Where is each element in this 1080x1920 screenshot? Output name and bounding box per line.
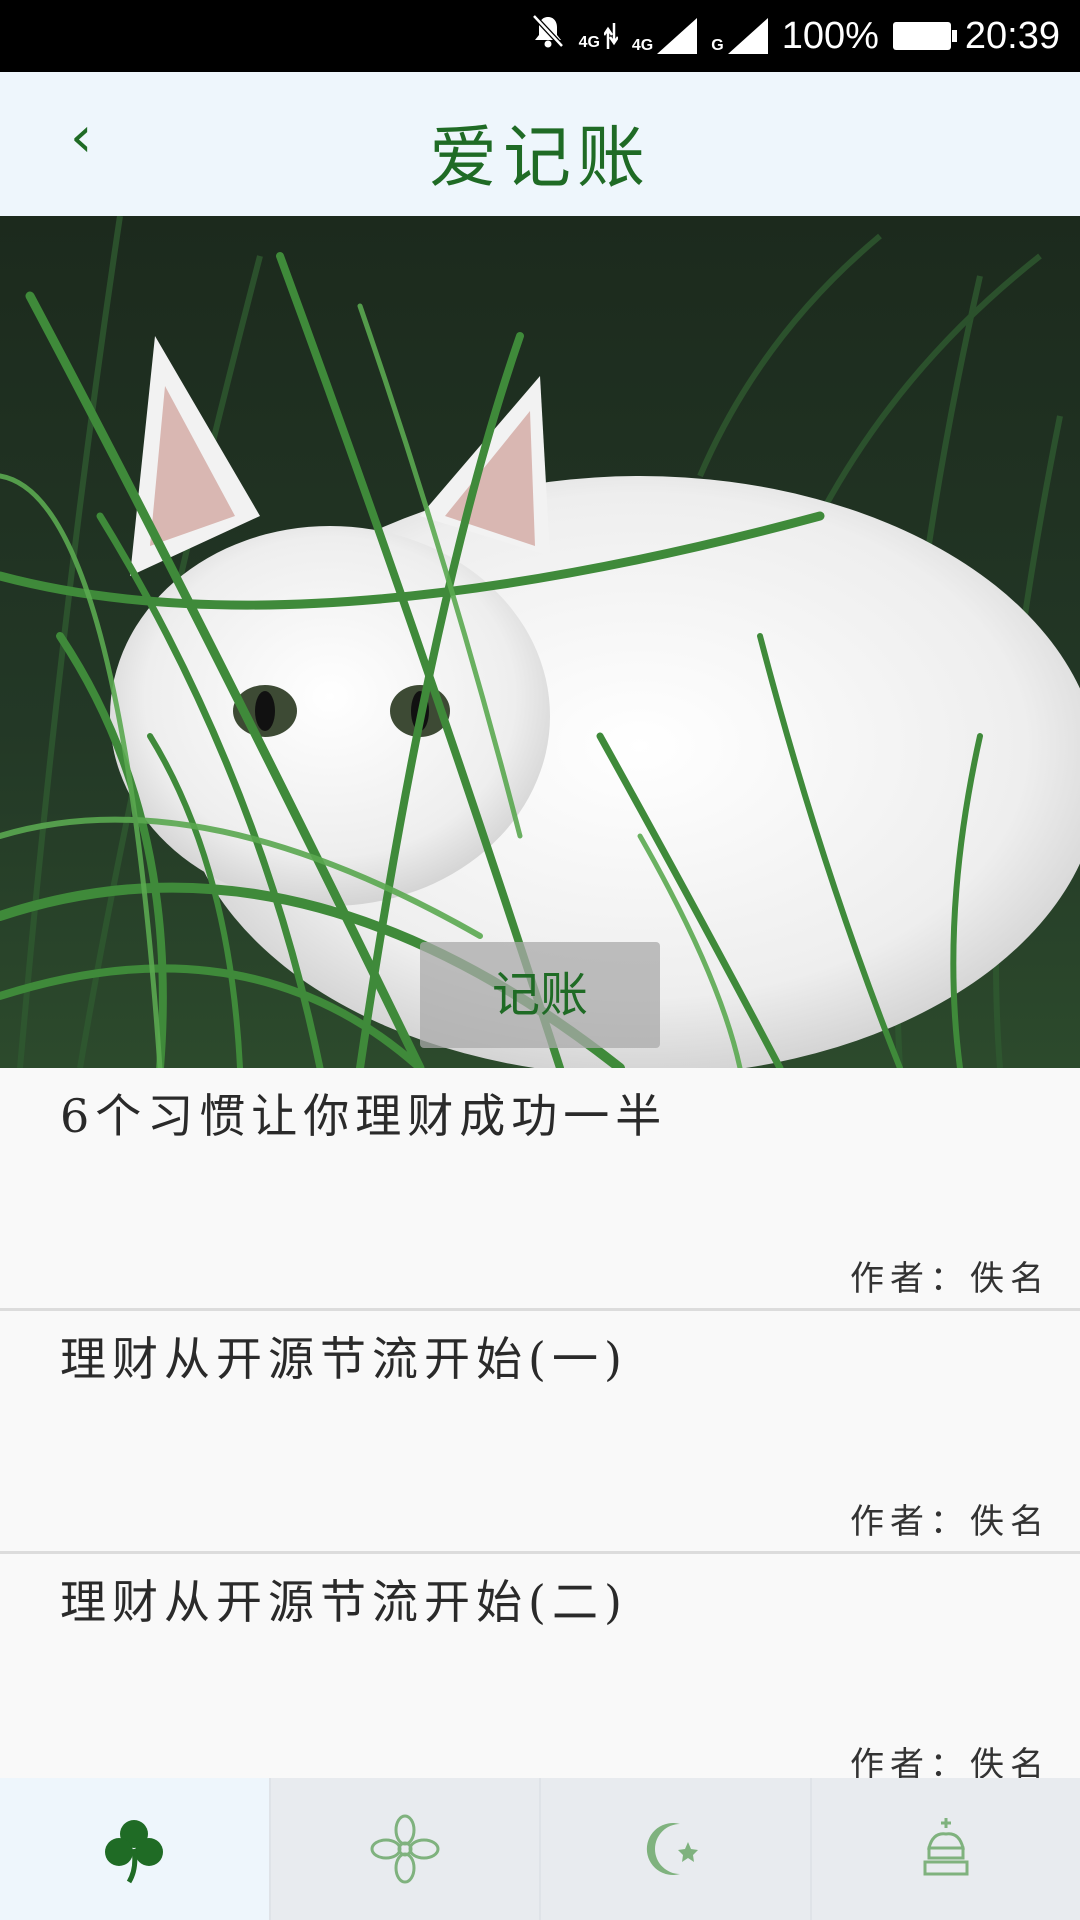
- status-icons: 4G 4G G 100% 20:39: [531, 0, 1060, 72]
- clover-icon: [105, 1820, 164, 1884]
- cat-in-grass-image: [0, 216, 1080, 1068]
- hero-image: 记账: [0, 216, 1080, 1068]
- signal-g-icon: G: [711, 18, 768, 54]
- record-button[interactable]: 记账: [420, 942, 660, 1048]
- status-bar: 4G 4G G 100% 20:39: [0, 0, 1080, 72]
- battery-icon: [892, 22, 957, 50]
- article-item[interactable]: 理财从开源节流开始(一) 作者：佚名: [0, 1311, 1080, 1554]
- tab-profile[interactable]: [812, 1778, 1080, 1920]
- signal-label: 4G: [578, 34, 600, 51]
- article-list: 6个习惯让你理财成功一半 作者：佚名 理财从开源节流开始(一) 作者：佚名 理财…: [0, 1068, 1080, 1797]
- page-title: 爱记账: [428, 119, 651, 198]
- article-title: 理财从开源节流开始(二): [60, 1575, 628, 1629]
- signal-label: 4G: [631, 37, 654, 54]
- crown-icon: [923, 1818, 969, 1876]
- tab-discover[interactable]: [271, 1778, 541, 1920]
- tab-home[interactable]: [0, 1778, 271, 1920]
- article-item[interactable]: 理财从开源节流开始(二) 作者：佚名: [0, 1554, 1080, 1797]
- mute-icon: [531, 13, 565, 59]
- bottom-tab-bar: [0, 1778, 1080, 1920]
- app-bar: ‹ 爱记账: [0, 72, 1080, 216]
- article-title: 理财从开源节流开始(一): [60, 1332, 628, 1386]
- clock: 20:39: [964, 14, 1060, 57]
- crescent-star-icon: [647, 1823, 699, 1875]
- article-item[interactable]: 6个习惯让你理财成功一半 作者：佚名: [0, 1068, 1080, 1311]
- tab-night[interactable]: [541, 1778, 812, 1920]
- signal-label: G: [711, 37, 724, 54]
- signal-4g-icon: 4G: [631, 18, 698, 54]
- article-title: 6个习惯让你理财成功一半: [60, 1089, 668, 1143]
- flower-icon: [370, 1814, 440, 1884]
- article-author: 作者：佚名: [850, 1502, 1050, 1542]
- signal-4g-data-icon: 4G: [579, 21, 618, 51]
- battery-percent: 100%: [781, 14, 879, 57]
- article-author: 作者：佚名: [850, 1259, 1050, 1299]
